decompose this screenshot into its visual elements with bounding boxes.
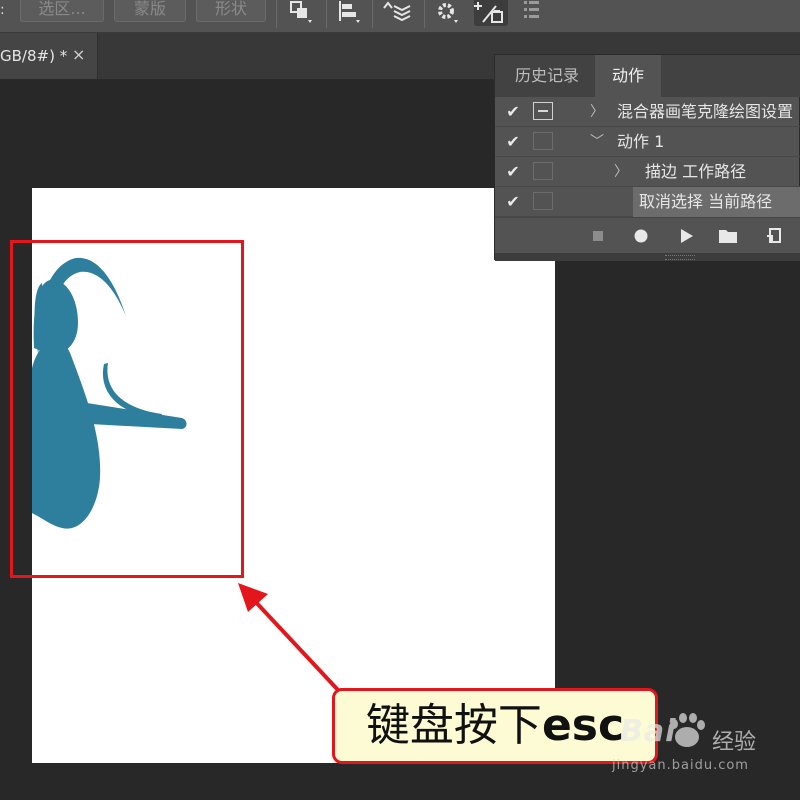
paw-logo-icon [670, 713, 705, 747]
baidu-watermark: Bai 经验 jingyan.baidu.com [612, 700, 800, 790]
callout-text: 键盘按下 [365, 700, 542, 751]
watermark-name: 经验 [712, 730, 757, 755]
annotation-arrow [238, 583, 340, 692]
watermark-url: jingyan.baidu.com [612, 758, 749, 773]
callout-label: 键盘按下esc [332, 688, 658, 764]
